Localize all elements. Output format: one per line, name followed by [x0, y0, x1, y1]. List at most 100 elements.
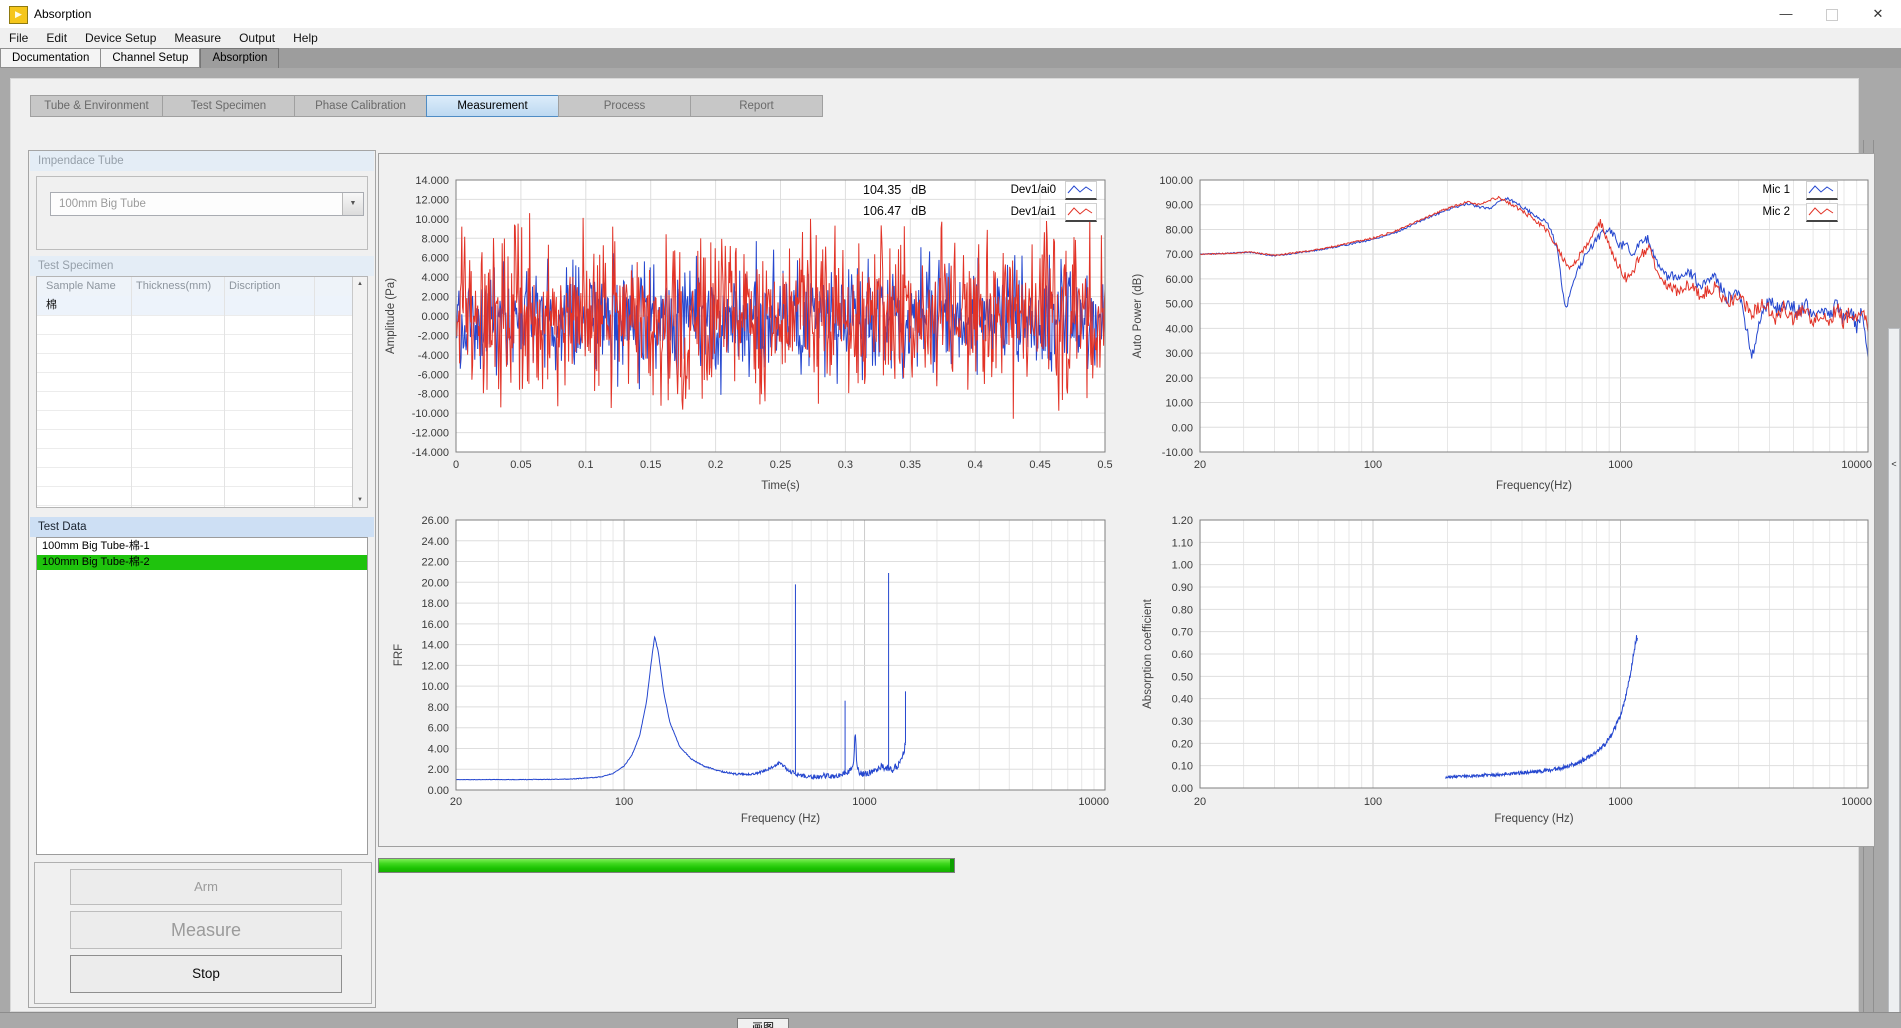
svg-text:-10.00: -10.00 — [1162, 447, 1193, 459]
svg-text:0.3: 0.3 — [838, 459, 853, 471]
scroll-down-icon[interactable]: ▼ — [353, 497, 367, 503]
svg-text:8.000: 8.000 — [421, 233, 449, 245]
svg-text:24.00: 24.00 — [421, 536, 449, 548]
test-specimen-table[interactable]: Sample NameThickness(mm)Discription 棉 ▲ … — [36, 276, 368, 508]
impedance-tube-header: Impendace Tube — [30, 151, 374, 171]
table-scrollbar[interactable]: ▲ ▼ — [352, 277, 367, 507]
svg-text:0.45: 0.45 — [1029, 459, 1050, 471]
svg-text:0.60: 0.60 — [1172, 649, 1193, 661]
bottom-strip — [0, 1012, 1901, 1028]
svg-text:10.00: 10.00 — [421, 681, 449, 693]
svg-text:0.15: 0.15 — [640, 459, 661, 471]
svg-text:10000: 10000 — [1841, 459, 1872, 471]
subtab-measurement[interactable]: Measurement — [426, 95, 559, 117]
legend-plot-icon — [1065, 203, 1097, 222]
arm-button[interactable]: Arm — [70, 869, 342, 905]
table-row[interactable] — [37, 410, 352, 430]
svg-text:0.40: 0.40 — [1172, 694, 1193, 706]
svg-text:Frequency(Hz): Frequency(Hz) — [1496, 480, 1572, 492]
menu-file[interactable]: File — [0, 28, 37, 48]
subtab-report[interactable]: Report — [690, 95, 823, 117]
svg-text:1000: 1000 — [1608, 459, 1632, 471]
svg-text:0.1: 0.1 — [578, 459, 593, 471]
test-data-header: Test Data — [30, 517, 374, 537]
level-readout-ai1: 106.47 dB — [861, 204, 929, 218]
svg-text:Absorption coefficient: Absorption coefficient — [1142, 598, 1154, 709]
svg-text:20: 20 — [1194, 796, 1206, 808]
collapse-left-icon[interactable]: < — [1889, 459, 1899, 469]
svg-text:80.00: 80.00 — [1165, 224, 1193, 236]
level-unit: dB — [911, 204, 926, 218]
table-row[interactable] — [37, 353, 352, 373]
bottom-partial-tab[interactable]: 画图 — [737, 1018, 789, 1028]
menu-help[interactable]: Help — [284, 28, 327, 48]
table-row[interactable] — [37, 315, 352, 335]
app-icon: ▶ — [9, 6, 28, 24]
menu-output[interactable]: Output — [230, 28, 284, 48]
svg-text:-4.000: -4.000 — [418, 350, 449, 362]
svg-text:0.35: 0.35 — [900, 459, 921, 471]
main-tab-bar: DocumentationChannel SetupAbsorption — [0, 48, 1901, 68]
svg-text:-6.000: -6.000 — [418, 369, 449, 381]
svg-text:0.50: 0.50 — [1172, 671, 1193, 683]
legend-plot-icon — [1806, 203, 1838, 222]
svg-text:0: 0 — [453, 459, 459, 471]
test-data-item[interactable]: 100mm Big Tube-棉-1 — [37, 539, 367, 554]
svg-text:Auto Power (dB): Auto Power (dB) — [1132, 274, 1144, 359]
minimize-button[interactable]: — — [1763, 0, 1809, 28]
tube-select-value: 100mm Big Tube — [59, 193, 146, 215]
svg-text:12.00: 12.00 — [421, 660, 449, 672]
maximize-button[interactable] — [1809, 0, 1855, 28]
subtab-phase-calibration[interactable]: Phase Calibration — [294, 95, 427, 117]
measure-button[interactable]: Measure — [70, 911, 342, 949]
tab-absorption[interactable]: Absorption — [200, 48, 279, 68]
close-button[interactable]: ✕ — [1855, 0, 1901, 28]
stop-button[interactable]: Stop — [70, 955, 342, 993]
svg-text:20: 20 — [450, 796, 462, 808]
svg-text:FRF: FRF — [393, 644, 405, 666]
subtab-test-specimen[interactable]: Test Specimen — [162, 95, 295, 117]
svg-text:100.00: 100.00 — [1159, 175, 1193, 187]
subtab-process[interactable]: Process — [558, 95, 691, 117]
subtab-tube-environment[interactable]: Tube & Environment — [30, 95, 163, 117]
dropdown-arrow-icon[interactable]: ▼ — [342, 193, 363, 215]
svg-text:Time(s): Time(s) — [761, 480, 800, 492]
svg-text:10000: 10000 — [1078, 796, 1109, 808]
svg-text:0.00: 0.00 — [1172, 783, 1193, 795]
table-row[interactable] — [37, 486, 352, 506]
svg-text:12.000: 12.000 — [415, 194, 449, 206]
tab-documentation[interactable]: Documentation — [0, 48, 101, 68]
svg-text:20: 20 — [1194, 459, 1206, 471]
tab-channel-setup[interactable]: Channel Setup — [101, 48, 200, 68]
column-header: Sample Name — [46, 277, 116, 296]
svg-text:20.00: 20.00 — [1165, 373, 1193, 385]
svg-text:1000: 1000 — [1608, 796, 1632, 808]
test-data-list[interactable]: 100mm Big Tube-棉-1100mm Big Tube-棉-2 — [36, 537, 368, 855]
scroll-up-icon[interactable]: ▲ — [353, 281, 367, 287]
table-row[interactable] — [37, 391, 352, 411]
table-row[interactable] — [37, 334, 352, 354]
svg-text:20.00: 20.00 — [421, 577, 449, 589]
table-row[interactable] — [37, 467, 352, 487]
table-row[interactable] — [37, 372, 352, 392]
test-data-item[interactable]: 100mm Big Tube-棉-2 — [37, 555, 367, 570]
svg-text:100: 100 — [1364, 459, 1382, 471]
tube-select-dropdown[interactable]: 100mm Big Tube ▼ — [50, 192, 364, 216]
right-scrollbar[interactable]: < — [1888, 328, 1900, 1028]
menu-measure[interactable]: Measure — [165, 28, 230, 48]
svg-text:18.00: 18.00 — [421, 598, 449, 610]
svg-text:2.00: 2.00 — [428, 764, 449, 776]
svg-text:1000: 1000 — [852, 796, 876, 808]
svg-text:0.25: 0.25 — [770, 459, 791, 471]
svg-text:30.00: 30.00 — [1165, 348, 1193, 360]
menu-edit[interactable]: Edit — [37, 28, 76, 48]
svg-text:70.00: 70.00 — [1165, 249, 1193, 261]
svg-text:6.000: 6.000 — [421, 253, 449, 265]
table-row[interactable]: 棉 — [37, 296, 352, 316]
column-divider — [131, 277, 132, 507]
menu-device-setup[interactable]: Device Setup — [76, 28, 165, 48]
table-row[interactable] — [37, 448, 352, 468]
table-row[interactable] — [37, 429, 352, 449]
svg-text:Amplitude (Pa): Amplitude (Pa) — [385, 278, 397, 354]
legend-label-dev1-ai0: Dev1/ai0 — [978, 184, 1056, 196]
